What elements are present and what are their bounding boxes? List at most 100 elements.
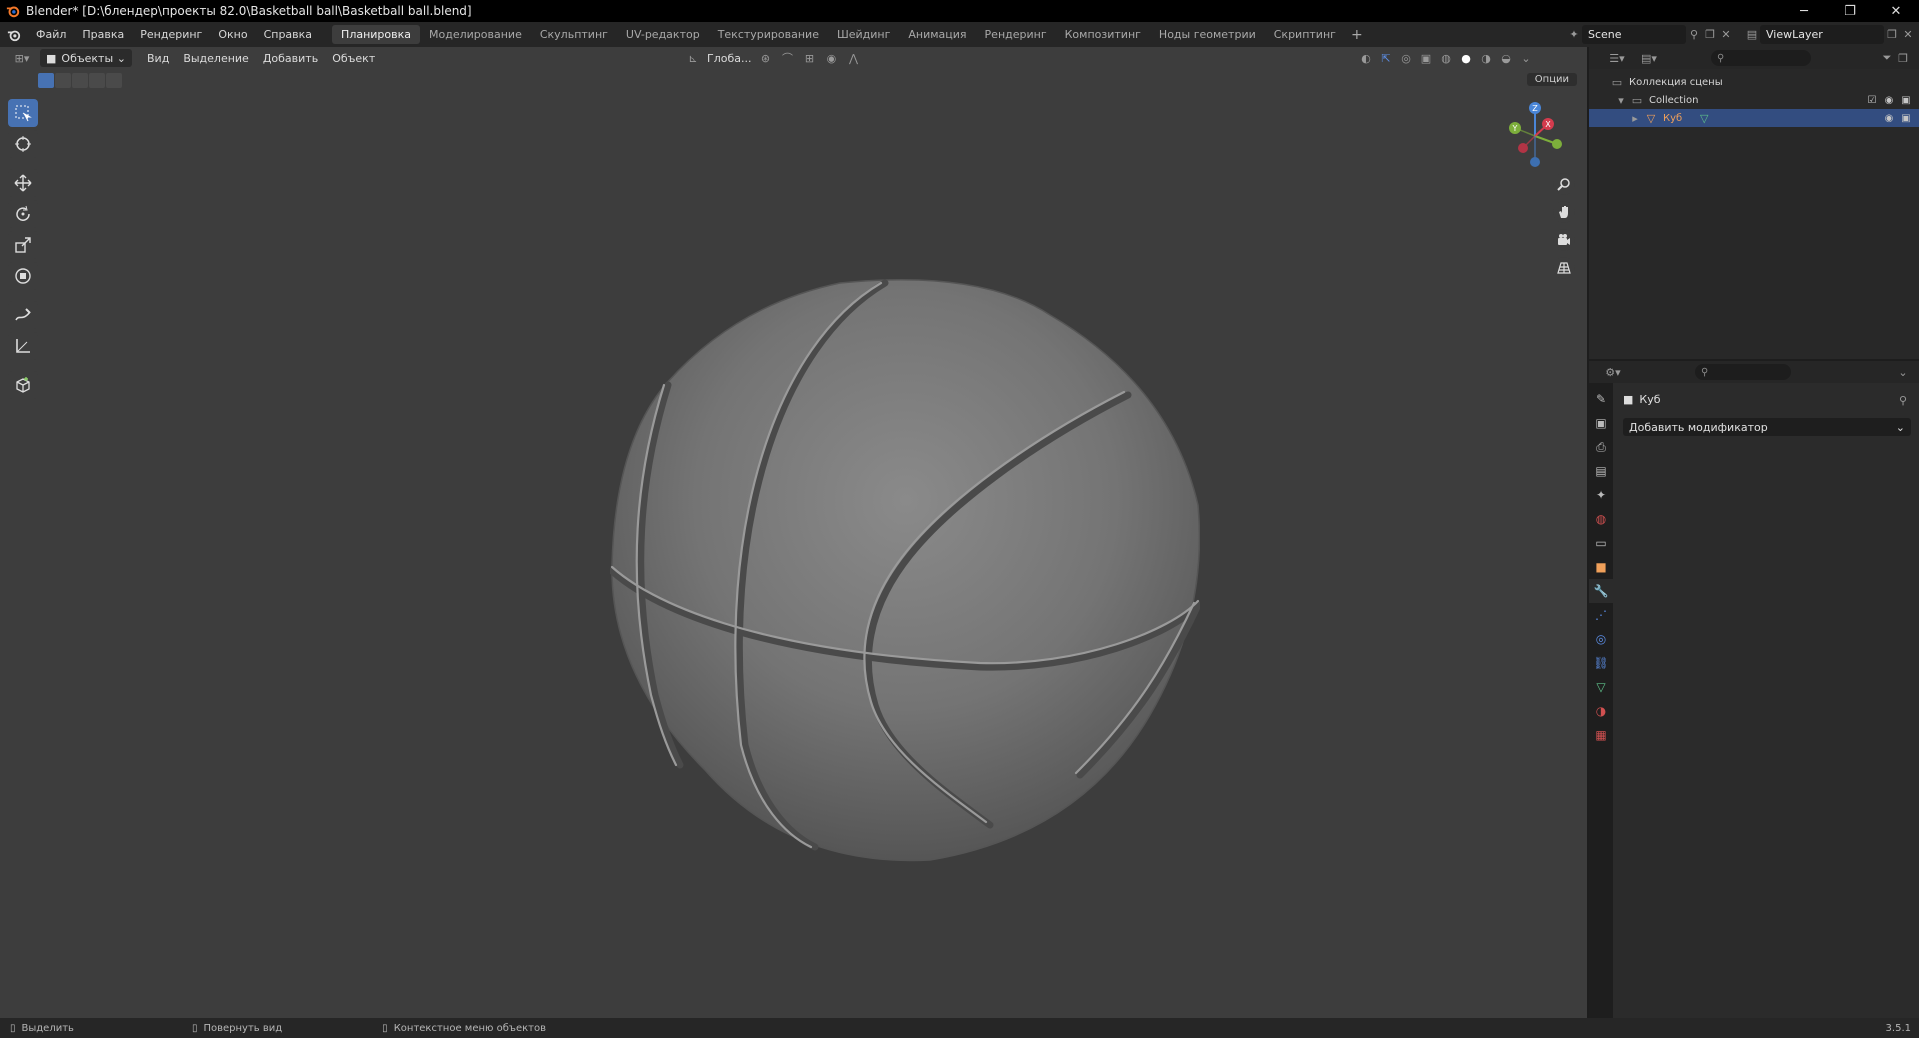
gizmo-neg-x-axis[interactable] bbox=[1518, 143, 1528, 153]
xray-icon[interactable]: ▣ bbox=[1418, 50, 1434, 66]
outliner-search-input[interactable]: ⚲ bbox=[1711, 50, 1811, 66]
gizmo-toggle-icon[interactable]: ⇱ bbox=[1378, 50, 1394, 66]
close-button[interactable]: ✕ bbox=[1873, 0, 1919, 22]
eye-icon[interactable]: ◉ bbox=[1882, 111, 1896, 125]
tab-scripting[interactable]: Скриптинг bbox=[1265, 25, 1345, 44]
tab-sculpting[interactable]: Скульптинг bbox=[531, 25, 617, 44]
view-layer-field[interactable]: ViewLayer bbox=[1760, 25, 1884, 44]
3d-viewport[interactable]: ⊞▾ ■ Объекты ⌄ Вид Выделение Добавить Об… bbox=[0, 47, 1587, 1018]
scale-tool[interactable] bbox=[8, 231, 38, 259]
add-workspace-button[interactable]: + bbox=[1345, 27, 1369, 43]
pin-icon[interactable]: ⚲ bbox=[1686, 27, 1702, 43]
snap-icon[interactable]: ⌒ bbox=[779, 50, 795, 66]
visibility-icon[interactable]: ◐ bbox=[1358, 50, 1374, 66]
modifier-tab-icon[interactable]: 🔧 bbox=[1589, 579, 1613, 603]
basketball-mesh[interactable] bbox=[610, 275, 1200, 865]
scene-name-field[interactable]: Scene bbox=[1582, 25, 1686, 44]
data-tab-icon[interactable]: ▽ bbox=[1589, 675, 1613, 699]
blender-menu-icon[interactable] bbox=[0, 22, 28, 47]
material-tab-icon[interactable]: ◑ bbox=[1589, 699, 1613, 723]
minimize-button[interactable]: ─ bbox=[1781, 0, 1827, 22]
object-tab-icon[interactable]: ■ bbox=[1589, 555, 1613, 579]
filter-icon[interactable]: ⏷ bbox=[1879, 50, 1895, 66]
cursor-tool[interactable] bbox=[8, 130, 38, 158]
menu-object[interactable]: Объект bbox=[325, 52, 382, 65]
render-camera-icon[interactable]: ▣ bbox=[1899, 93, 1913, 107]
menu-edit[interactable]: Правка bbox=[74, 28, 132, 41]
new-view-layer-icon[interactable]: ❐ bbox=[1884, 27, 1900, 43]
tab-geometry-nodes[interactable]: Ноды геометрии bbox=[1150, 25, 1265, 44]
mode-dropdown[interactable]: ■ Объекты ⌄ bbox=[40, 49, 132, 67]
tab-animation[interactable]: Анимация bbox=[899, 25, 975, 44]
texture-tab-icon[interactable]: ▦ bbox=[1589, 723, 1613, 747]
constraints-tab-icon[interactable]: ⛓ bbox=[1589, 651, 1613, 675]
pan-hand-icon[interactable] bbox=[1553, 201, 1575, 223]
solid-shading-icon[interactable]: ● bbox=[1458, 50, 1474, 66]
maximize-button[interactable]: ❐ bbox=[1827, 0, 1873, 22]
eye-icon[interactable]: ◉ bbox=[1882, 93, 1896, 107]
menu-select[interactable]: Выделение bbox=[176, 52, 256, 65]
wireframe-shading-icon[interactable]: ◍ bbox=[1438, 50, 1454, 66]
add-cube-tool[interactable] bbox=[8, 371, 38, 399]
new-collection-icon[interactable]: ❐ bbox=[1895, 50, 1911, 66]
proportional-edit-icon[interactable]: ◉ bbox=[823, 50, 839, 66]
tab-layout[interactable]: Планировка bbox=[332, 25, 421, 44]
outliner-row-collection[interactable]: ▾ ▭ Collection ☑ ◉ ▣ bbox=[1589, 91, 1919, 109]
navigation-gizmo[interactable]: Z X Y bbox=[1505, 100, 1575, 170]
zoom-icon[interactable] bbox=[1553, 173, 1575, 195]
physics-tab-icon[interactable]: ◎ bbox=[1589, 627, 1613, 651]
menu-file[interactable]: Файл bbox=[28, 28, 74, 41]
display-mode-icon[interactable]: ▤▾ bbox=[1637, 50, 1661, 66]
select-subtract-icon[interactable] bbox=[72, 73, 88, 88]
shading-options-icon[interactable]: ⌄ bbox=[1518, 50, 1534, 66]
output-tab-icon[interactable]: ⎙ bbox=[1589, 435, 1613, 459]
select-invert-icon[interactable] bbox=[89, 73, 105, 88]
tab-shading[interactable]: Шейдинг bbox=[828, 25, 899, 44]
select-intersect-icon[interactable] bbox=[106, 73, 122, 88]
transform-tool[interactable] bbox=[8, 262, 38, 290]
rendered-shading-icon[interactable]: ◒ bbox=[1498, 50, 1514, 66]
scene-tab-icon[interactable]: ✦ bbox=[1589, 483, 1613, 507]
measure-tool[interactable] bbox=[8, 332, 38, 360]
outliner-row-scene-collection[interactable]: ▭ Коллекция сцены bbox=[1589, 73, 1919, 91]
orientation-dropdown[interactable]: Глоба... bbox=[707, 52, 751, 65]
expand-arrow-icon[interactable]: ▸ bbox=[1627, 110, 1643, 126]
gizmo-neg-z-axis[interactable] bbox=[1530, 157, 1540, 167]
rotate-tool[interactable] bbox=[8, 200, 38, 228]
chevron-down-icon[interactable]: ⌄ bbox=[1895, 364, 1911, 380]
exclude-checkbox-icon[interactable]: ☑ bbox=[1865, 93, 1879, 107]
expand-arrow-icon[interactable]: ▾ bbox=[1613, 92, 1629, 108]
properties-editor-type-icon[interactable]: ⚙▾ bbox=[1601, 364, 1625, 380]
menu-view[interactable]: Вид bbox=[140, 52, 176, 65]
perspective-toggle-icon[interactable] bbox=[1553, 257, 1575, 279]
tab-rendering[interactable]: Рендеринг bbox=[976, 25, 1056, 44]
view-layer-tab-icon[interactable]: ▤ bbox=[1589, 459, 1613, 483]
overlay-icon[interactable]: ◎ bbox=[1398, 50, 1414, 66]
delete-scene-icon[interactable]: ✕ bbox=[1718, 27, 1734, 43]
pin-icon[interactable]: ⚲ bbox=[1895, 392, 1911, 408]
scene-selector[interactable]: ✦ Scene ⚲ ❐ ✕ bbox=[1566, 25, 1734, 44]
particles-tab-icon[interactable]: ⋰ bbox=[1589, 603, 1613, 627]
menu-add[interactable]: Добавить bbox=[256, 52, 325, 65]
falloff-icon[interactable]: ⋀ bbox=[845, 50, 861, 66]
collection-tab-icon[interactable]: ▭ bbox=[1589, 531, 1613, 555]
options-button[interactable]: Опции bbox=[1526, 73, 1577, 86]
tab-uv-editing[interactable]: UV-редактор bbox=[617, 25, 709, 44]
menu-help[interactable]: Справка bbox=[256, 28, 320, 41]
tab-modeling[interactable]: Моделирование bbox=[420, 25, 531, 44]
tab-compositing[interactable]: Композитинг bbox=[1056, 25, 1150, 44]
snap-target-icon[interactable]: ⊞ bbox=[801, 50, 817, 66]
editor-type-icon[interactable]: ⊞▾ bbox=[10, 50, 34, 66]
view-layer-selector[interactable]: ▤ ViewLayer ❐ ✕ bbox=[1744, 25, 1916, 44]
gizmo-neg-y-axis[interactable] bbox=[1552, 139, 1562, 149]
move-tool[interactable] bbox=[8, 169, 38, 197]
delete-view-layer-icon[interactable]: ✕ bbox=[1900, 27, 1916, 43]
world-tab-icon[interactable]: ◍ bbox=[1589, 507, 1613, 531]
pivot-icon[interactable]: ⊛ bbox=[757, 50, 773, 66]
camera-view-icon[interactable] bbox=[1553, 229, 1575, 251]
new-scene-icon[interactable]: ❐ bbox=[1702, 27, 1718, 43]
render-camera-icon[interactable]: ▣ bbox=[1899, 111, 1913, 125]
mesh-data-icon[interactable]: ▽ bbox=[1696, 110, 1712, 126]
render-tab-icon[interactable]: ▣ bbox=[1589, 411, 1613, 435]
select-box-tool[interactable] bbox=[8, 99, 38, 127]
